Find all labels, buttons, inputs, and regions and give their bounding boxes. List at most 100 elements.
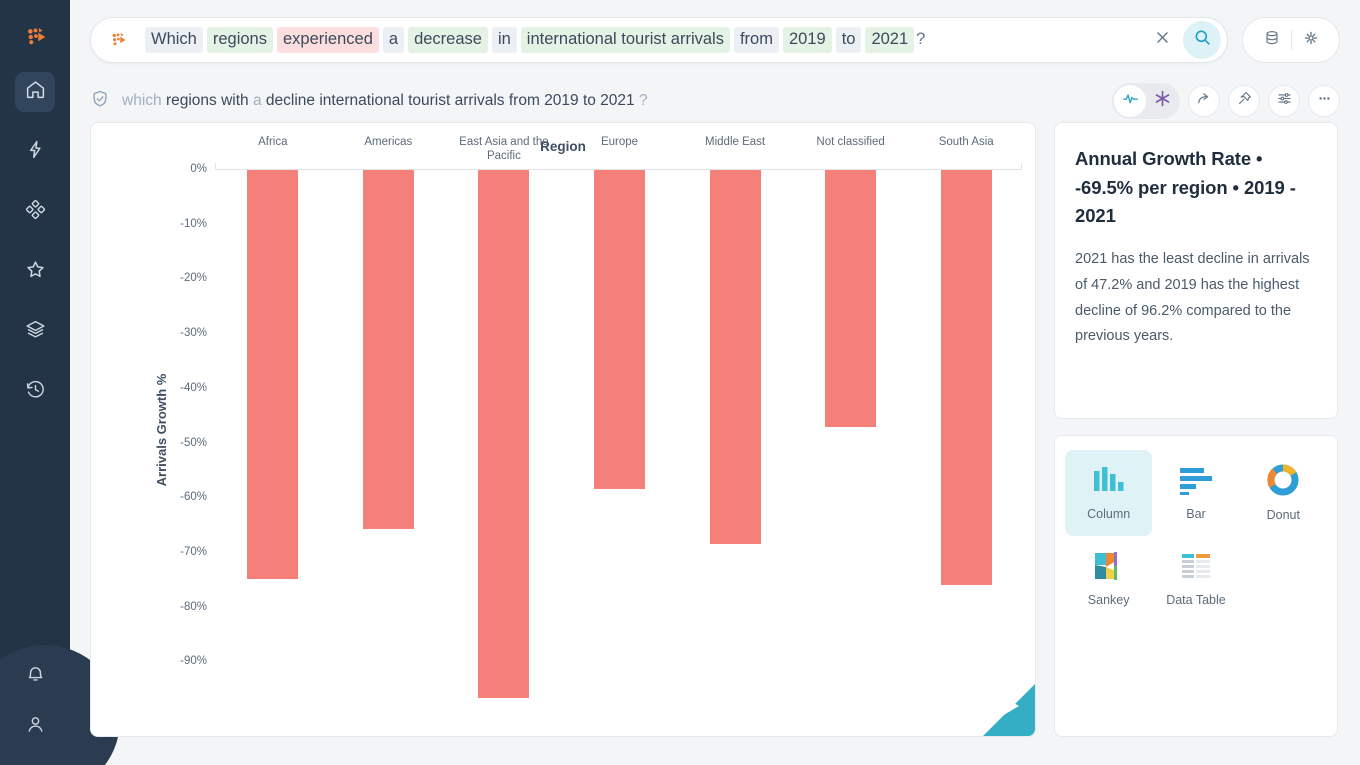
result-actions	[1112, 83, 1340, 119]
search-token[interactable]: a	[382, 27, 405, 53]
chart-plot-area: 0% -10% -20% -30% -40% -50% -60% -70% -80% -90% Af…	[180, 123, 1022, 736]
ellipsis-icon	[1316, 90, 1333, 112]
x-axis-category-label: Not classified	[816, 136, 885, 148]
sidebar-item-apps[interactable]	[15, 192, 55, 232]
chart-bar[interactable]	[709, 170, 761, 545]
more-button[interactable]	[1308, 85, 1340, 117]
search-actions	[1143, 21, 1221, 59]
database-icon	[1263, 29, 1281, 52]
asterisk-icon	[1153, 89, 1172, 113]
sidebar-item-history[interactable]	[15, 372, 55, 412]
search-token[interactable]: 2021	[865, 27, 915, 53]
data-table-icon	[1179, 551, 1213, 586]
x-axis-category-label: Africa	[258, 136, 288, 148]
axis-cap-right	[1021, 163, 1022, 170]
layers-icon	[25, 319, 46, 345]
insight-card: Annual Growth Rate • -69.5% per region •…	[1054, 122, 1338, 419]
sparkle-icon	[1302, 29, 1320, 52]
pin-button[interactable]	[1228, 85, 1260, 117]
interp-prefix: which	[122, 92, 162, 109]
x-axis-category-label: South Asia	[938, 136, 994, 148]
bell-icon	[25, 664, 46, 690]
data-source-button[interactable]	[1253, 21, 1291, 59]
shield-check-icon	[90, 89, 110, 114]
play-glyph-icon	[997, 693, 1019, 719]
viz-option-label: Bar	[1186, 507, 1206, 521]
y-axis-tick: -80%	[180, 600, 207, 613]
search-token[interactable]: Which	[145, 27, 203, 53]
rail-bottom-group	[0, 657, 70, 757]
insight-title: Annual Growth Rate • -69.5% per region •…	[1075, 148, 1296, 227]
interp-question-mark: ?	[638, 92, 648, 109]
viz-option-column[interactable]: Column	[1065, 450, 1153, 536]
search-query-tokens[interactable]: Which regions experienced a decrease in intern…	[145, 27, 1143, 53]
y-axis-tick: 0%	[190, 163, 207, 175]
ai-view-button[interactable]	[1146, 85, 1178, 117]
viz-options-grid: Column Bar Donut Sankey Data Table	[1065, 450, 1327, 622]
account-button[interactable]	[15, 707, 55, 747]
y-axis-tick: -30%	[180, 327, 207, 340]
trend-view-button[interactable]	[1114, 85, 1146, 117]
viz-option-label: Sankey	[1087, 593, 1130, 607]
share-arrow-icon	[1196, 90, 1213, 112]
source-toolbar	[1242, 17, 1340, 63]
chart-bar[interactable]	[247, 170, 299, 580]
bolt-icon	[25, 139, 46, 165]
right-column: Annual Growth Rate • -69.5% per region •…	[1054, 122, 1338, 737]
sidebar-item-favorites[interactable]	[15, 252, 55, 292]
chart-bar[interactable]	[362, 170, 414, 529]
y-axis-tick: -60%	[180, 491, 207, 504]
sidebar-item-home[interactable]	[15, 72, 55, 112]
search-token[interactable]: from	[733, 27, 779, 53]
search-token[interactable]: international tourist arrivals	[520, 27, 730, 53]
viz-option-sankey[interactable]: Sankey	[1065, 536, 1152, 622]
left-rail	[0, 0, 120, 765]
interp-rest: decline international tourist arrivals f…	[261, 92, 639, 109]
settings-button[interactable]	[1268, 85, 1300, 117]
search-token[interactable]: regions	[206, 27, 273, 53]
search-token[interactable]: to	[835, 27, 862, 53]
submit-search-button[interactable]	[1183, 21, 1221, 59]
search-token[interactable]: decrease	[408, 27, 488, 53]
interp-article: a	[252, 92, 262, 109]
sidebar-item-insights[interactable]	[15, 132, 55, 172]
notifications-button[interactable]	[15, 657, 55, 697]
viz-option-donut[interactable]: Donut	[1240, 450, 1327, 536]
y-axis-tick: -90%	[180, 655, 207, 668]
search-token[interactable]: ?	[916, 27, 931, 53]
x-axis-category-label: Europe	[600, 136, 639, 148]
search-token[interactable]: experienced	[276, 27, 379, 53]
viz-option-bar[interactable]: Bar	[1152, 450, 1239, 536]
clock-history-icon	[25, 379, 46, 405]
chart-bar[interactable]	[825, 170, 877, 428]
chart-bar[interactable]	[478, 170, 530, 698]
grid-icon	[25, 199, 46, 225]
viz-option-label: Data Table	[1166, 593, 1226, 607]
search-token[interactable]: in	[491, 27, 517, 53]
bar-chart-icon	[1178, 465, 1214, 500]
share-button[interactable]	[1188, 85, 1220, 117]
y-axis-tick: -20%	[180, 272, 207, 285]
search-icon	[1193, 28, 1212, 52]
viz-picker-card: Column Bar Donut Sankey Data Table	[1054, 435, 1338, 737]
app-logo[interactable]	[18, 20, 52, 54]
axis-cap-left	[215, 163, 216, 170]
sidebar-item-datasets[interactable]	[15, 312, 55, 352]
search-token[interactable]: 2019	[782, 27, 832, 53]
clear-search-button[interactable]	[1143, 21, 1181, 59]
x-axis-category-label: East Asia and the Pacific	[459, 136, 549, 163]
viz-option-data-table[interactable]: Data Table	[1152, 536, 1239, 622]
play-badge[interactable]	[953, 674, 1035, 736]
chart-bar[interactable]	[940, 170, 992, 586]
activity-pulse-icon	[1122, 90, 1139, 112]
chart-bar[interactable]	[594, 170, 645, 489]
search-input[interactable]: Which regions experienced a decrease in intern…	[90, 17, 1228, 63]
interpretation-text: which regions with a decline internation…	[122, 92, 648, 110]
content-area: Region Arrivals Growth % 0% -10% -20% -30% -…	[70, 122, 1360, 737]
close-icon	[1154, 29, 1171, 51]
ai-assist-button[interactable]	[1292, 21, 1330, 59]
y-axis-tick: -50%	[180, 436, 207, 449]
search-logo-icon	[105, 27, 131, 53]
user-icon	[25, 714, 46, 740]
viz-option-label: Column	[1087, 507, 1131, 521]
